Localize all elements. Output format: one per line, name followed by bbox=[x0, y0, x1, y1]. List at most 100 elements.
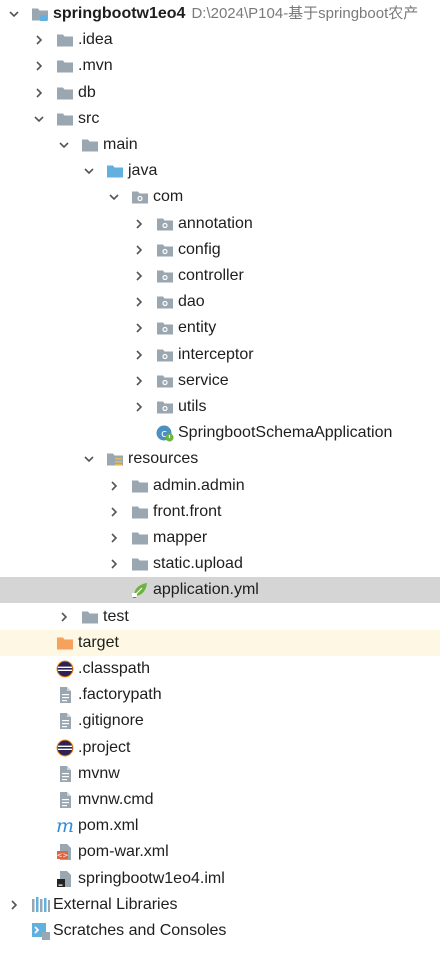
tree-node-label: admin.admin bbox=[153, 476, 245, 494]
tree-node-label: target bbox=[78, 633, 119, 651]
chevron-right-icon[interactable] bbox=[108, 532, 120, 544]
tree-node-label: java bbox=[128, 162, 158, 180]
tree-node-label: .gitignore bbox=[78, 712, 144, 730]
text-file-icon bbox=[56, 765, 74, 783]
tree-node-gitignore[interactable]: .gitignore bbox=[0, 708, 440, 734]
chevron-right-icon[interactable] bbox=[8, 899, 20, 911]
chevron-right-icon[interactable] bbox=[108, 480, 120, 492]
tree-node-project[interactable]: .project bbox=[0, 735, 440, 761]
tree-node-controller[interactable]: controller bbox=[0, 263, 440, 289]
tree-node-label: front.front bbox=[153, 502, 222, 520]
folder-icon bbox=[56, 31, 74, 49]
source-folder-icon bbox=[106, 162, 124, 180]
tree-node-application-yml[interactable]: application.yml bbox=[0, 577, 440, 604]
tree-node-db[interactable]: db bbox=[0, 80, 440, 106]
package-icon bbox=[156, 398, 174, 416]
project-path: D:\2024\P104-基于springboot农产 bbox=[191, 5, 419, 22]
tree-node-target[interactable]: target bbox=[0, 629, 440, 656]
tree-node-annotation[interactable]: annotation bbox=[0, 211, 440, 237]
tree-node-mapper[interactable]: mapper bbox=[0, 525, 440, 551]
tree-node-mvnw[interactable]: mvnw bbox=[0, 761, 440, 787]
text-file-icon bbox=[56, 791, 74, 809]
tree-node-service[interactable]: service bbox=[0, 368, 440, 394]
tree-node-config[interactable]: config bbox=[0, 237, 440, 263]
tree-node-label: dao bbox=[178, 293, 205, 311]
folder-icon bbox=[81, 136, 99, 154]
tree-node-label: static.upload bbox=[153, 555, 243, 573]
chevron-down-icon[interactable] bbox=[33, 113, 45, 125]
folder-icon bbox=[81, 608, 99, 626]
chevron-down-icon[interactable] bbox=[58, 139, 70, 151]
chevron-right-icon[interactable] bbox=[108, 558, 120, 570]
chevron-right-icon[interactable] bbox=[133, 349, 145, 361]
excluded-folder-icon bbox=[56, 634, 74, 652]
svg-text:<>: <> bbox=[57, 852, 69, 860]
package-icon bbox=[156, 215, 174, 233]
module-folder-icon bbox=[31, 5, 49, 23]
tree-node-project-root[interactable]: springbootw1eo4 D:\2024\P104-基于springboot… bbox=[0, 1, 440, 27]
tree-node-pom-xml[interactable]: m pom.xml bbox=[0, 813, 440, 839]
tree-node-java[interactable]: java bbox=[0, 158, 440, 184]
tree-node-front-front[interactable]: front.front bbox=[0, 499, 440, 525]
tree-node-external-libraries[interactable]: External Libraries bbox=[0, 892, 440, 918]
tree-node-src[interactable]: src bbox=[0, 106, 440, 132]
tree-node-static-upload[interactable]: static.upload bbox=[0, 551, 440, 577]
chevron-right-icon[interactable] bbox=[133, 375, 145, 387]
tree-node-utils[interactable]: utils bbox=[0, 394, 440, 420]
text-file-icon bbox=[56, 712, 74, 730]
chevron-down-icon[interactable] bbox=[108, 191, 120, 203]
tree-node-label: com bbox=[153, 188, 184, 206]
tree-node-iml[interactable]: springbootw1eo4.iml bbox=[0, 866, 440, 892]
tree-node-idea[interactable]: .idea bbox=[0, 27, 440, 53]
project-name: springbootw1eo4 bbox=[53, 5, 186, 22]
tree-node-interceptor[interactable]: interceptor bbox=[0, 342, 440, 368]
chevron-right-icon[interactable] bbox=[33, 60, 45, 72]
chevron-right-icon[interactable] bbox=[133, 244, 145, 256]
spring-boot-class-icon: c bbox=[156, 424, 174, 442]
chevron-right-icon[interactable] bbox=[108, 506, 120, 518]
tree-node-label: External Libraries bbox=[53, 895, 178, 913]
tree-node-classpath[interactable]: .classpath bbox=[0, 656, 440, 682]
tree-node-mvn[interactable]: .mvn bbox=[0, 53, 440, 79]
tree-node-scratches[interactable]: Scratches and Consoles bbox=[0, 918, 440, 944]
package-icon bbox=[156, 346, 174, 364]
tree-node-mvnw-cmd[interactable]: mvnw.cmd bbox=[0, 787, 440, 813]
package-icon bbox=[131, 188, 149, 206]
tree-node-factorypath[interactable]: .factorypath bbox=[0, 682, 440, 708]
folder-icon bbox=[56, 57, 74, 75]
chevron-right-icon[interactable] bbox=[133, 218, 145, 230]
chevron-down-icon[interactable] bbox=[83, 165, 95, 177]
eclipse-file-icon bbox=[56, 739, 74, 757]
chevron-down-icon[interactable] bbox=[8, 8, 20, 20]
tree-node-label: .idea bbox=[78, 31, 113, 49]
tree-node-resources[interactable]: resources bbox=[0, 446, 440, 472]
tree-node-springboot-schema-application[interactable]: c SpringbootSchemaApplication bbox=[0, 420, 440, 446]
folder-icon bbox=[56, 84, 74, 102]
chevron-right-icon[interactable] bbox=[33, 34, 45, 46]
xml-file-icon: <> bbox=[56, 843, 74, 861]
tree-node-admin-admin[interactable]: admin.admin bbox=[0, 473, 440, 499]
chevron-right-icon[interactable] bbox=[133, 270, 145, 282]
tree-node-label: pom.xml bbox=[78, 817, 139, 835]
chevron-right-icon[interactable] bbox=[58, 611, 70, 623]
chevron-down-icon[interactable] bbox=[83, 453, 95, 465]
tree-node-com[interactable]: com bbox=[0, 184, 440, 210]
chevron-right-icon[interactable] bbox=[33, 87, 45, 99]
chevron-right-icon[interactable] bbox=[133, 401, 145, 413]
tree-node-label: entity bbox=[178, 319, 217, 337]
tree-node-label: mvnw.cmd bbox=[78, 791, 154, 808]
tree-node-main[interactable]: main bbox=[0, 132, 440, 158]
tree-node-label: springbootw1eo4 D:\2024\P104-基于springboot… bbox=[53, 5, 418, 23]
chevron-right-icon[interactable] bbox=[133, 322, 145, 334]
chevron-right-icon[interactable] bbox=[133, 296, 145, 308]
tree-node-dao[interactable]: dao bbox=[0, 289, 440, 315]
package-icon bbox=[156, 241, 174, 259]
tree-node-test[interactable]: test bbox=[0, 604, 440, 630]
text-file-icon bbox=[56, 686, 74, 704]
svg-text:m: m bbox=[56, 817, 74, 835]
tree-node-entity[interactable]: entity bbox=[0, 315, 440, 341]
tree-node-label: mapper bbox=[153, 529, 208, 546]
folder-icon bbox=[131, 529, 149, 547]
scratches-icon bbox=[31, 922, 50, 940]
tree-node-pom-war-xml[interactable]: <> pom-war.xml bbox=[0, 839, 440, 865]
